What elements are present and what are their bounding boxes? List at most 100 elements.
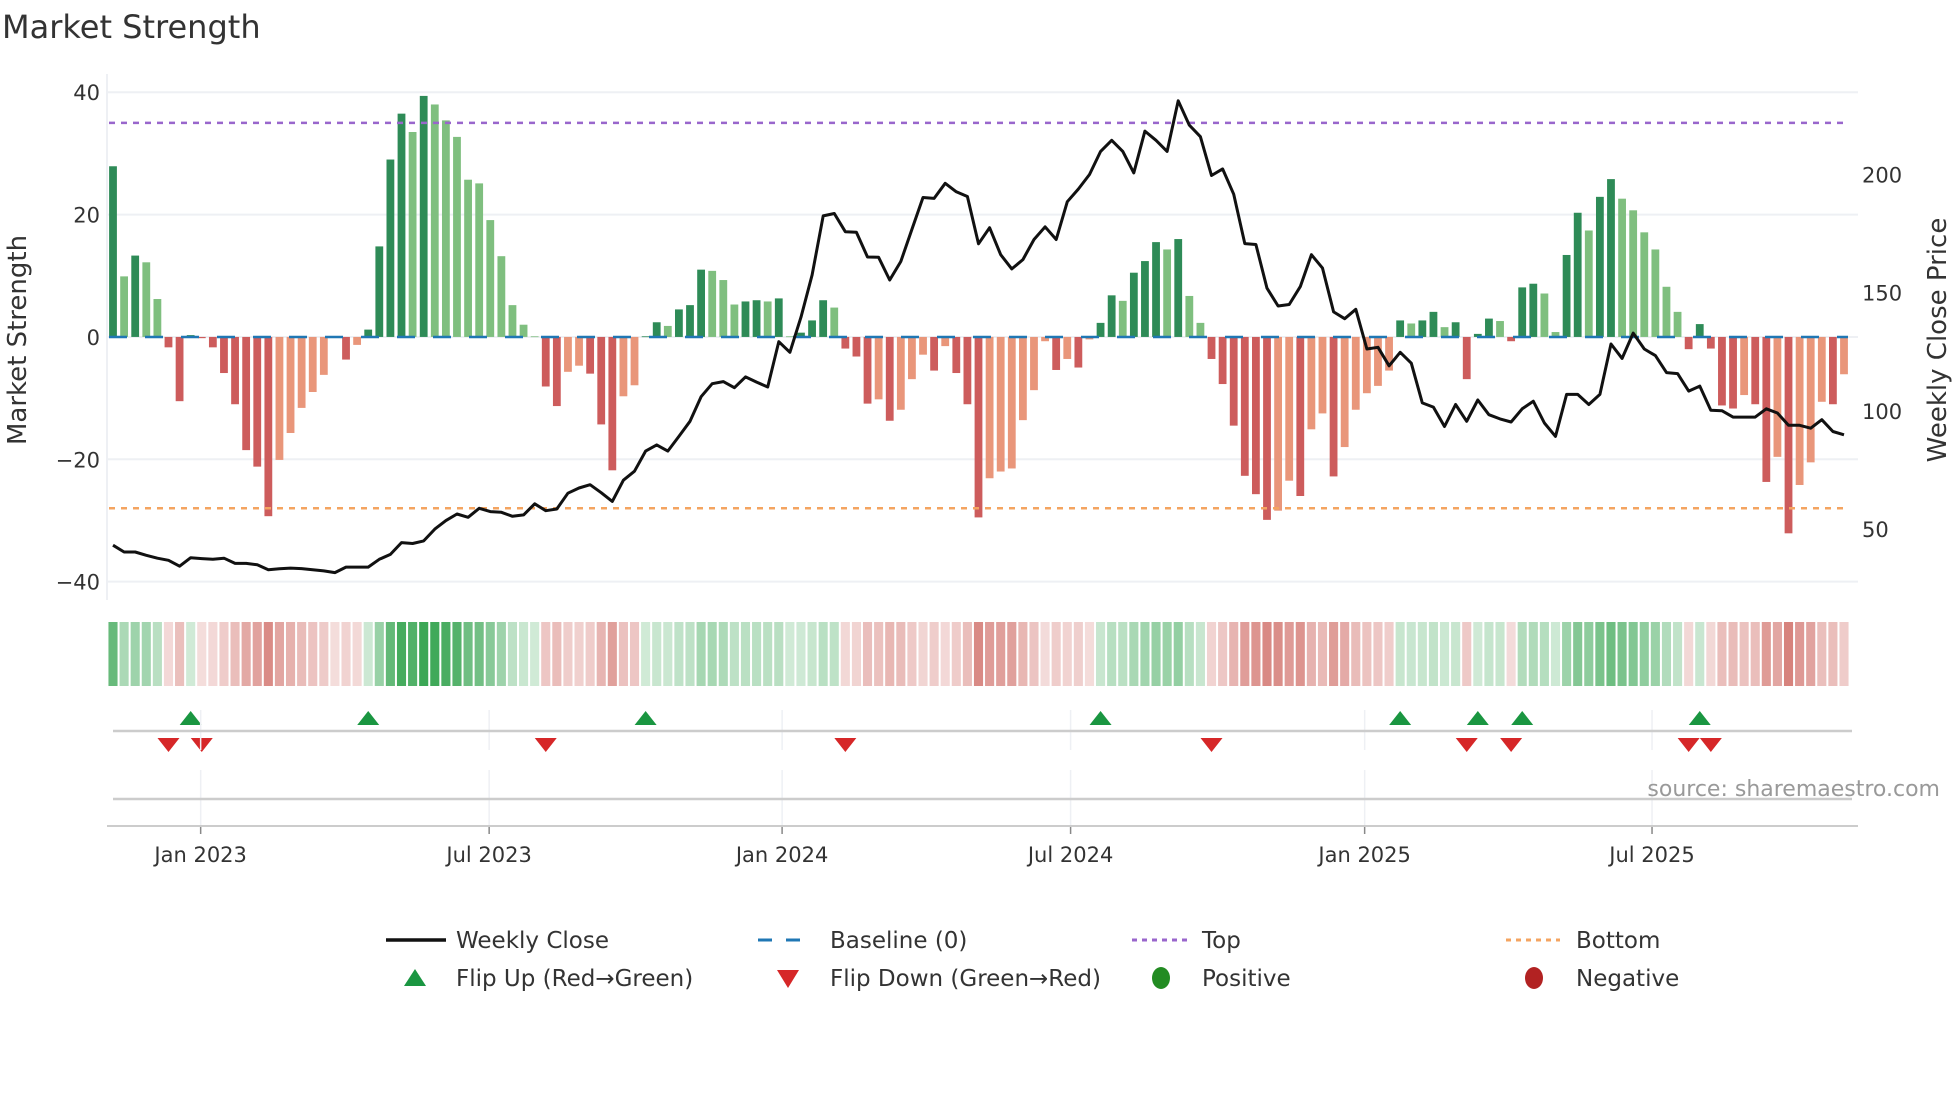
strength-bar bbox=[919, 336, 927, 355]
strength-bar bbox=[1252, 336, 1260, 495]
legend-item-top[interactable]: Top bbox=[1201, 928, 1241, 954]
y2-tick-label: 150 bbox=[1862, 282, 1902, 306]
strength-bar bbox=[819, 300, 828, 337]
strength-bar bbox=[486, 220, 495, 337]
strip-cell bbox=[1839, 622, 1849, 686]
strength-bar bbox=[342, 336, 350, 360]
strength-bar bbox=[985, 336, 994, 479]
strip-cell bbox=[1007, 622, 1017, 686]
strength-bar bbox=[220, 336, 228, 374]
strip-cell bbox=[774, 622, 784, 686]
strip-cell bbox=[962, 622, 972, 686]
legend-item-flip_up[interactable]: Flip Up (Red→Green) bbox=[456, 966, 693, 992]
x-tick-label: Jan 2024 bbox=[734, 843, 829, 867]
strength-bar bbox=[519, 324, 528, 337]
strip-cell bbox=[330, 622, 340, 686]
strength-bar bbox=[1096, 322, 1105, 337]
legend-item-weekly_close[interactable]: Weekly Close bbox=[456, 928, 609, 954]
strip-cell bbox=[452, 622, 462, 686]
strength-bar bbox=[1118, 300, 1127, 337]
strength-bar bbox=[286, 336, 295, 433]
strength-bar bbox=[1240, 336, 1249, 476]
strength-bar bbox=[1218, 336, 1227, 385]
strength-bar bbox=[874, 336, 883, 400]
flip-down-marker bbox=[1500, 738, 1523, 752]
strip-cell bbox=[1351, 622, 1361, 686]
strength-bar bbox=[1285, 336, 1294, 481]
strip-cell bbox=[1828, 622, 1838, 686]
strip-cell bbox=[1639, 622, 1649, 686]
strip-cell bbox=[829, 622, 839, 686]
x-axis: Jan 2023 Jul 2023 Jan 2024 Jul 2024 Jan 2025… bbox=[107, 710, 1858, 867]
strip-cell bbox=[1317, 622, 1328, 686]
strip-cell bbox=[818, 622, 828, 686]
strength-bar bbox=[630, 336, 639, 386]
strength-bar bbox=[941, 336, 950, 347]
strip-cell bbox=[130, 622, 140, 686]
strip-cell bbox=[729, 622, 739, 686]
strip-cell bbox=[1661, 622, 1672, 686]
strength-bar bbox=[675, 309, 683, 337]
strip-cell bbox=[1040, 622, 1050, 686]
strip-cell bbox=[1406, 622, 1416, 686]
strip-cell bbox=[519, 622, 529, 686]
strip-cell bbox=[563, 622, 573, 686]
legend-item-baseline[interactable]: Baseline (0) bbox=[830, 928, 967, 954]
legend-item-flip_down[interactable]: Flip Down (Green→Red) bbox=[830, 966, 1101, 992]
strength-bar bbox=[1374, 336, 1382, 386]
strip-cell bbox=[119, 622, 129, 686]
strength-bar bbox=[930, 336, 939, 371]
strip-cell bbox=[1306, 622, 1316, 686]
strip-cell bbox=[1229, 622, 1239, 686]
strip-cell bbox=[1273, 622, 1283, 686]
strength-bar bbox=[652, 322, 661, 337]
strip-cell bbox=[1084, 622, 1095, 686]
strength-bar bbox=[663, 325, 672, 337]
strip-cell bbox=[1817, 622, 1827, 686]
legend-item-positive[interactable]: Positive bbox=[1202, 966, 1291, 992]
strength-bar bbox=[1107, 295, 1116, 337]
strength-bar bbox=[1018, 336, 1027, 421]
strip-cell bbox=[308, 622, 318, 686]
strip-cell bbox=[1795, 622, 1805, 686]
strip-cell bbox=[1717, 622, 1727, 686]
strip-cell bbox=[1395, 622, 1405, 686]
strip-cell bbox=[585, 622, 595, 686]
right-axis-title: Weekly Close Price bbox=[1923, 218, 1953, 463]
legend-item-bottom[interactable]: Bottom bbox=[1576, 928, 1660, 954]
strip-cell bbox=[1517, 622, 1527, 686]
strength-bar bbox=[1063, 336, 1072, 359]
legend-positive-icon bbox=[1152, 967, 1170, 989]
x-tick-label: Jul 2025 bbox=[1607, 843, 1694, 867]
strip-cell bbox=[907, 622, 917, 686]
strength-bar bbox=[830, 307, 839, 337]
strip-cell bbox=[441, 622, 451, 686]
strength-bar bbox=[1129, 272, 1138, 337]
strength-bar bbox=[1074, 336, 1083, 368]
strength-bar bbox=[996, 336, 1005, 472]
strength-bar bbox=[1229, 336, 1238, 426]
strip-cell bbox=[1606, 622, 1616, 686]
strength-bar bbox=[1141, 261, 1149, 337]
strength-bar bbox=[208, 336, 217, 348]
strength-bar bbox=[508, 305, 517, 337]
strength-bar bbox=[264, 336, 273, 517]
strength-bar bbox=[408, 132, 417, 337]
strip-cell bbox=[596, 622, 606, 686]
flip-up-marker bbox=[1688, 711, 1711, 725]
strength-bar bbox=[1263, 336, 1271, 520]
strength-bar bbox=[608, 336, 617, 471]
y-tick-label: 0 bbox=[87, 326, 100, 350]
strip-cell bbox=[674, 622, 684, 686]
strip-cell bbox=[1107, 622, 1117, 686]
strip-cell bbox=[885, 622, 895, 686]
strip-cell bbox=[186, 622, 196, 686]
strip-cell bbox=[1373, 622, 1383, 686]
legend-item-negative[interactable]: Negative bbox=[1576, 966, 1679, 992]
strength-bar bbox=[530, 336, 539, 338]
strip-cell bbox=[1384, 622, 1394, 686]
y-tick-label: 40 bbox=[73, 81, 100, 105]
strength-bar bbox=[1684, 336, 1693, 350]
strip-cell bbox=[241, 622, 251, 686]
strength-bar bbox=[774, 298, 783, 337]
